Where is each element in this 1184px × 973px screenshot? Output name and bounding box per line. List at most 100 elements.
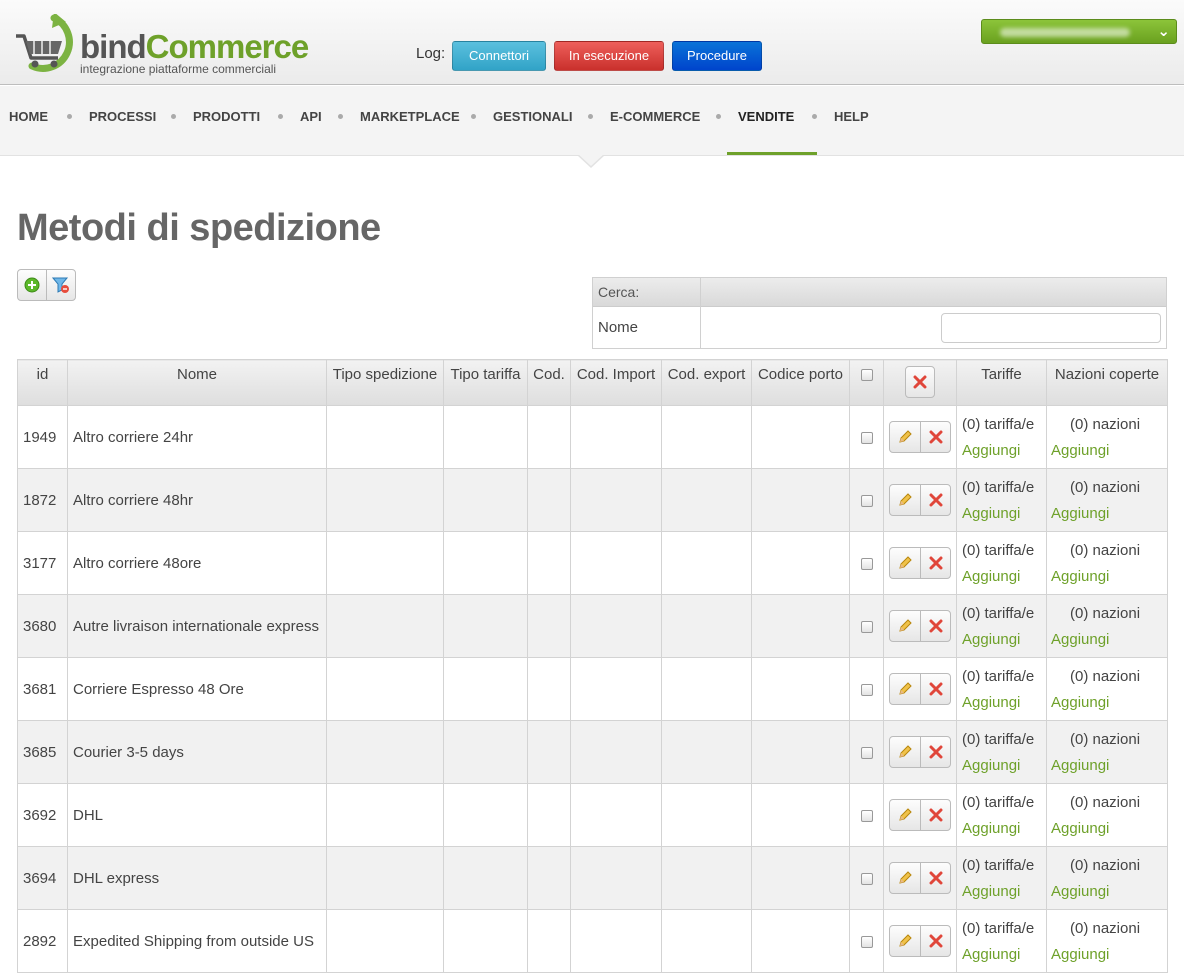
cell-codice-porto [751,783,850,847]
row-checkbox[interactable] [860,683,873,696]
cell-tipo-spedizione [326,594,444,658]
edit-button[interactable] [890,737,920,767]
col-header-id[interactable]: id [17,359,68,406]
x-icon [929,682,942,696]
add-tariffa-link[interactable]: Aggiungi [962,879,1041,905]
cell-tariffe: (0) tariffa/e Aggiungi [956,405,1047,469]
delete-button[interactable] [920,485,950,515]
add-tariffa-link[interactable]: Aggiungi [962,627,1041,653]
add-tariffa-link[interactable]: Aggiungi [962,816,1041,842]
add-nazione-link[interactable]: Aggiungi [1051,564,1162,590]
delete-button[interactable] [920,737,950,767]
row-actions [889,799,951,831]
cell-select [849,468,884,532]
nav-prodotti[interactable]: PRODOTTI [193,86,260,156]
logo[interactable]: bindCommerce integrazione piattaforme co… [14,14,314,76]
add-nazione-link[interactable]: Aggiungi [1051,753,1162,779]
row-checkbox[interactable] [860,431,873,444]
edit-button[interactable] [890,674,920,704]
row-checkbox[interactable] [860,872,873,885]
row-checkbox[interactable] [860,557,873,570]
add-nazione-link[interactable]: Aggiungi [1051,942,1162,968]
nav-processi[interactable]: PROCESSI [89,86,156,156]
row-checkbox[interactable] [860,746,873,759]
col-header-cod-import[interactable]: Cod. Import [570,359,662,406]
cell-id: 3685 [17,720,68,784]
add-tariffa-link[interactable]: Aggiungi [962,690,1041,716]
cell-nazioni: (0) nazioni Aggiungi [1046,909,1168,973]
delete-button[interactable] [920,863,950,893]
search-nome-input[interactable] [941,313,1161,343]
add-tariffa-link[interactable]: Aggiungi [962,564,1041,590]
delete-button[interactable] [920,548,950,578]
row-checkbox[interactable] [860,809,873,822]
add-nazione-link[interactable]: Aggiungi [1051,627,1162,653]
row-checkbox[interactable] [860,935,873,948]
cell-cod [527,909,571,973]
col-header-cod-export[interactable]: Cod. export [661,359,752,406]
select-all-checkbox[interactable] [860,369,873,382]
cell-select [849,909,884,973]
procedure-button[interactable]: Procedure [672,41,762,71]
add-tariffa-link[interactable]: Aggiungi [962,501,1041,527]
delete-button[interactable] [920,674,950,704]
col-header-nome[interactable]: Nome [67,359,327,406]
row-actions [889,484,951,516]
nav-help[interactable]: HELP [834,86,869,156]
nazioni-count: (0) nazioni [1070,794,1141,811]
edit-button[interactable] [890,548,920,578]
add-nazione-link[interactable]: Aggiungi [1051,690,1162,716]
reset-filter-button[interactable] [46,270,75,300]
cell-actions [883,657,957,721]
cell-tipo-spedizione [326,531,444,595]
delete-button[interactable] [920,800,950,830]
nav-marketplace[interactable]: MARKETPLACE [360,86,460,156]
tariffe-count: (0) tariffa/e [962,731,1035,748]
cell-tipo-spedizione [326,468,444,532]
nazioni-count: (0) nazioni [1070,416,1141,433]
add-tariffa-link[interactable]: Aggiungi [962,942,1041,968]
delete-button[interactable] [920,926,950,956]
edit-button[interactable] [890,422,920,452]
nav-vendite[interactable]: VENDITE [738,86,794,156]
delete-selected-button[interactable] [905,366,935,398]
edit-button[interactable] [890,611,920,641]
row-checkbox[interactable] [860,620,873,633]
nav-gestionali[interactable]: GESTIONALI [493,86,572,156]
edit-button[interactable] [890,485,920,515]
edit-button[interactable] [890,926,920,956]
delete-button[interactable] [920,611,950,641]
nazioni-count: (0) nazioni [1070,731,1141,748]
user-menu-dropdown[interactable]: ⌄ [981,19,1177,44]
col-header-cod[interactable]: Cod. [527,359,571,406]
nav-e-commerce[interactable]: E-COMMERCE [610,86,700,156]
cell-tariffe: (0) tariffa/e Aggiungi [956,657,1047,721]
col-header-nazioni[interactable]: Nazioni coperte [1046,359,1168,406]
connettori-button[interactable]: Connettori [452,41,546,71]
cell-select [849,846,884,910]
add-nazione-link[interactable]: Aggiungi [1051,879,1162,905]
edit-button[interactable] [890,863,920,893]
user-name-redacted [1000,28,1130,37]
col-header-codice-porto[interactable]: Codice porto [751,359,850,406]
add-tariffa-link[interactable]: Aggiungi [962,753,1041,779]
add-nazione-link[interactable]: Aggiungi [1051,816,1162,842]
delete-button[interactable] [920,422,950,452]
cell-cod-export [661,531,752,595]
nav-api[interactable]: API [300,86,322,156]
nazioni-count: (0) nazioni [1070,920,1141,937]
add-button[interactable] [18,270,46,300]
add-tariffa-link[interactable]: Aggiungi [962,438,1041,464]
log-label: Log: [416,45,446,62]
add-nazione-link[interactable]: Aggiungi [1051,438,1162,464]
nav-home[interactable]: HOME [9,86,48,156]
pencil-icon [899,808,912,821]
row-checkbox[interactable] [860,494,873,507]
cell-codice-porto [751,909,850,973]
col-header-tipo-tariffa[interactable]: Tipo tariffa [443,359,528,406]
in-esecuzione-button[interactable]: In esecuzione [554,41,664,71]
edit-button[interactable] [890,800,920,830]
col-header-tipo-spedizione[interactable]: Tipo spedizione [326,359,444,406]
col-header-tariffe[interactable]: Tariffe [956,359,1047,406]
add-nazione-link[interactable]: Aggiungi [1051,501,1162,527]
